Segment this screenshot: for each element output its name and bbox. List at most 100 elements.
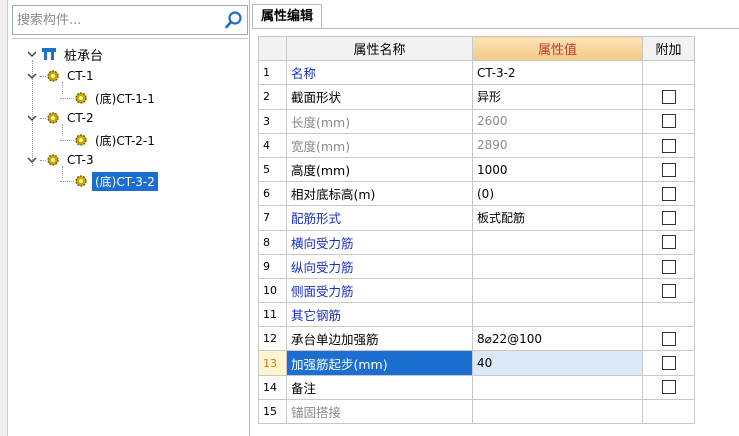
table-row[interactable]: 10 侧面受力筋: [258, 277, 695, 304]
property-value-cell[interactable]: 40: [472, 350, 643, 376]
table-row[interactable]: 5 高度(mm) 1000: [258, 156, 695, 183]
additional-checkbox[interactable]: [661, 138, 676, 153]
tree-node-leaf-selected[interactable]: (底)CT-3-2: [60, 171, 158, 191]
search-input[interactable]: [13, 6, 217, 34]
tree-node-root[interactable]: 桩承台: [26, 44, 106, 64]
additional-checkbox[interactable]: [661, 380, 676, 395]
property-name-label: 名称: [291, 66, 317, 82]
chevron-down-icon[interactable]: [26, 48, 38, 60]
tree-node-leaf[interactable]: (底)CT-2-1: [60, 130, 158, 150]
property-name-cell[interactable]: 截面形状: [286, 84, 473, 110]
table-row[interactable]: 13 加强筋起步(mm) 40: [258, 350, 695, 376]
table-row[interactable]: 2 截面形状 异形: [258, 84, 695, 110]
property-name-cell[interactable]: 加强筋起步(mm): [286, 350, 473, 376]
property-value-cell[interactable]: 1000: [472, 156, 643, 183]
property-name-label: 加强筋起步(mm): [291, 356, 388, 372]
property-name-cell[interactable]: 高度(mm): [286, 156, 473, 183]
property-value-cell[interactable]: 2600: [472, 108, 643, 134]
property-name-cell[interactable]: 备注: [286, 374, 473, 400]
property-value-cell[interactable]: (0): [472, 181, 643, 207]
property-value-cell[interactable]: CT-3-2: [472, 60, 643, 86]
additional-checkbox[interactable]: [661, 90, 676, 105]
additional-cell: [642, 229, 695, 255]
table-row[interactable]: 11 其它钢筋: [258, 302, 695, 328]
additional-cell: [642, 84, 695, 110]
search-icon[interactable]: [223, 9, 245, 31]
gear-icon: [47, 112, 59, 124]
row-number: 6: [258, 181, 287, 207]
property-name-cell[interactable]: 配筋形式: [286, 205, 473, 231]
table-row[interactable]: 9 纵向受力筋: [258, 253, 695, 279]
tree-group-label: CT-3: [67, 153, 94, 167]
tree-leaf-label: (底)CT-1-1: [95, 91, 155, 106]
property-name-cell[interactable]: 相对底标高(m): [286, 181, 473, 207]
additional-cell: [642, 205, 695, 231]
gear-icon: [75, 92, 87, 104]
table-row[interactable]: 6 相对底标高(m) (0): [258, 181, 695, 207]
row-number: 3: [258, 108, 287, 134]
additional-checkbox[interactable]: [661, 283, 676, 298]
row-number: 7: [258, 205, 287, 231]
property-name-label: 纵向受力筋: [291, 259, 354, 275]
property-name-header[interactable]: 属性名称: [286, 35, 473, 62]
grid-header-row: 属性名称 属性值 附加: [258, 35, 695, 62]
property-value-cell[interactable]: 2890: [472, 132, 643, 158]
property-value-cell[interactable]: 异形: [472, 84, 643, 110]
property-name-cell[interactable]: 横向受力筋: [286, 229, 473, 255]
property-name-cell[interactable]: 长度(mm): [286, 108, 473, 134]
property-value-cell[interactable]: 8⌀22@100: [472, 326, 643, 352]
table-row[interactable]: 3 长度(mm) 2600: [258, 108, 695, 134]
table-row[interactable]: 15+锚固搭接: [258, 398, 695, 425]
table-row[interactable]: 12 承台单边加强筋 8⌀22@100: [258, 326, 695, 352]
property-panel: 属性编辑 属性名称 属性值 附加 1 名称 CT-3-2 2 截面形状 异形 3 长度(mm)…: [252, 0, 739, 436]
row-number-header: [258, 35, 287, 62]
property-name-cell[interactable]: 其它钢筋: [286, 302, 473, 328]
chevron-down-icon[interactable]: [26, 154, 38, 166]
table-row[interactable]: 1 名称 CT-3-2: [258, 60, 695, 86]
additional-checkbox[interactable]: [661, 259, 676, 274]
property-name-cell[interactable]: 承台单边加强筋: [286, 326, 473, 352]
property-name-cell[interactable]: 宽度(mm): [286, 132, 473, 158]
row-number: 4: [258, 132, 287, 158]
additional-checkbox[interactable]: [661, 235, 676, 250]
property-value-cell[interactable]: [472, 277, 643, 304]
additional-checkbox[interactable]: [661, 332, 676, 347]
tab-underline: [252, 28, 739, 29]
property-value-cell[interactable]: [472, 398, 643, 425]
property-name-cell[interactable]: 纵向受力筋: [286, 253, 473, 279]
property-value-cell[interactable]: 板式配筋: [472, 205, 643, 231]
left-edge-strip: [0, 0, 8, 436]
tree-node-leaf[interactable]: (底)CT-1-1: [60, 88, 158, 108]
property-value-text: 40: [477, 356, 493, 371]
property-name-label: 长度(mm): [291, 114, 351, 130]
property-name-label: 其它钢筋: [291, 308, 342, 324]
additional-cell: [642, 108, 695, 134]
property-name-label: 高度(mm): [291, 163, 351, 179]
property-name-cell[interactable]: +锚固搭接: [286, 398, 473, 425]
chevron-down-icon[interactable]: [26, 70, 38, 82]
additional-checkbox[interactable]: [661, 162, 676, 177]
row-number: 9: [258, 253, 287, 279]
search-box: [12, 5, 248, 35]
property-value-cell[interactable]: [472, 253, 643, 279]
table-row[interactable]: 4 宽度(mm) 2890: [258, 132, 695, 158]
additional-checkbox[interactable]: [661, 114, 676, 129]
table-row[interactable]: 8 横向受力筋: [258, 229, 695, 255]
additional-checkbox[interactable]: [661, 356, 676, 371]
property-value-header[interactable]: 属性值: [472, 35, 643, 62]
additional-checkbox[interactable]: [661, 211, 676, 226]
property-name-label: 宽度(mm): [291, 138, 351, 154]
tab-property-edit[interactable]: 属性编辑: [252, 4, 323, 29]
property-value-cell[interactable]: [472, 229, 643, 255]
property-value-cell[interactable]: [472, 302, 643, 328]
property-name-cell[interactable]: 名称: [286, 60, 473, 86]
property-value-text: 板式配筋: [477, 211, 526, 226]
property-value-cell[interactable]: [472, 374, 643, 400]
chevron-down-icon[interactable]: [26, 112, 38, 124]
property-name-cell[interactable]: 侧面受力筋: [286, 277, 473, 304]
additional-header[interactable]: 附加: [642, 35, 695, 62]
table-row[interactable]: 14 备注: [258, 374, 695, 400]
additional-cell: [642, 350, 695, 376]
additional-checkbox[interactable]: [661, 186, 676, 201]
table-row[interactable]: 7 配筋形式 板式配筋: [258, 205, 695, 231]
